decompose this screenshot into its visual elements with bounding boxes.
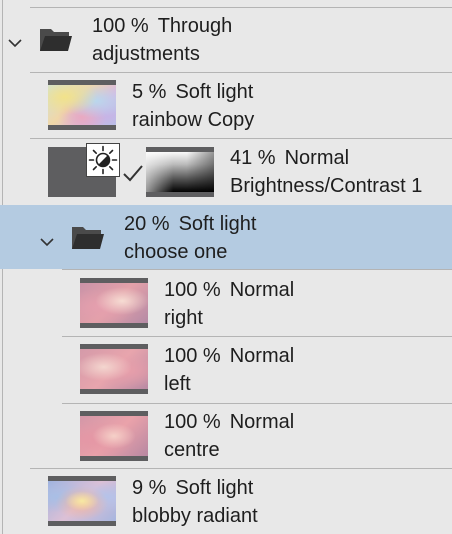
layer-row-adjustments[interactable]: 100 % Through adjustments bbox=[0, 8, 452, 72]
layer-thumbnail-image bbox=[48, 481, 116, 521]
layer-opacity: 20 % bbox=[124, 213, 170, 235]
layer-name[interactable]: rainbow Copy bbox=[132, 108, 254, 132]
layer-name[interactable]: left bbox=[164, 372, 191, 396]
layer-thumbnail-image bbox=[48, 85, 116, 125]
layer-opacity: 100 % bbox=[92, 15, 149, 37]
layer-info: 5 % Soft light bbox=[132, 80, 253, 104]
folder-icon bbox=[40, 29, 72, 51]
layer-blend-mode: Normal bbox=[229, 279, 295, 301]
mask-gradient bbox=[146, 152, 214, 192]
layer-info: 20 % Soft light bbox=[124, 212, 256, 236]
layer-thumbnail[interactable] bbox=[80, 344, 148, 394]
layer-opacity: 5 % bbox=[132, 81, 167, 103]
layer-opacity: 100 % bbox=[164, 411, 221, 433]
layers-panel: 100 % Through adjustments 5 % Soft light r… bbox=[0, 0, 452, 534]
adjustment-mask-thumbnail[interactable] bbox=[146, 147, 214, 197]
layer-info: 100 % Normal bbox=[164, 410, 294, 434]
layer-blend-mode: Soft light bbox=[175, 477, 254, 499]
layer-name[interactable]: centre bbox=[164, 438, 220, 462]
layer-row-centre[interactable]: 100 % Normal centre bbox=[0, 404, 452, 468]
layer-info: 100 % Through bbox=[92, 14, 232, 38]
layer-blend-mode: Soft light bbox=[175, 81, 254, 103]
layer-thumbnail[interactable] bbox=[80, 278, 148, 328]
layer-opacity: 100 % bbox=[164, 345, 221, 367]
layer-opacity: 41 % bbox=[230, 147, 276, 169]
chevron-down-icon[interactable] bbox=[40, 237, 54, 247]
layer-info: 100 % Normal bbox=[164, 278, 294, 302]
chevron-down-icon[interactable] bbox=[8, 38, 22, 48]
layer-opacity: 100 % bbox=[164, 279, 221, 301]
layer-row-choose-one[interactable]: 20 % Soft light choose one bbox=[0, 205, 452, 269]
layer-name[interactable]: choose one bbox=[124, 240, 227, 264]
brightness-contrast-icon bbox=[86, 143, 120, 177]
layer-opacity: 9 % bbox=[132, 477, 167, 499]
checkmark-icon[interactable] bbox=[121, 161, 145, 185]
layer-thumbnail[interactable] bbox=[48, 80, 116, 130]
layer-name[interactable]: Brightness/Contrast 1 bbox=[230, 174, 422, 198]
layer-name[interactable]: blobby radiant bbox=[132, 504, 258, 528]
layer-blend-mode: Soft light bbox=[178, 213, 257, 235]
layer-blend-mode: Normal bbox=[229, 411, 295, 433]
layer-thumbnail[interactable] bbox=[48, 476, 116, 526]
layer-info: 41 % Normal bbox=[230, 146, 349, 170]
layer-thumbnail-image bbox=[80, 283, 148, 323]
layer-row-brightness-contrast[interactable]: 41 % Normal Brightness/Contrast 1 bbox=[0, 139, 452, 205]
layer-row-right[interactable]: 100 % Normal right bbox=[0, 270, 452, 336]
layer-blend-mode: Normal bbox=[229, 345, 295, 367]
layer-blend-mode: Through bbox=[157, 15, 233, 37]
folder-icon bbox=[72, 227, 104, 249]
layer-thumbnail[interactable] bbox=[80, 411, 148, 461]
layer-thumbnail-image bbox=[80, 349, 148, 389]
layer-name[interactable]: right bbox=[164, 306, 203, 330]
layer-thumbnail-image bbox=[80, 416, 148, 456]
layer-info: 9 % Soft light bbox=[132, 476, 253, 500]
layer-name[interactable]: adjustments bbox=[92, 42, 200, 66]
layer-row-blobby-radiant[interactable]: 9 % Soft light blobby radiant bbox=[0, 469, 452, 534]
layer-row-left[interactable]: 100 % Normal left bbox=[0, 337, 452, 403]
layer-info: 100 % Normal bbox=[164, 344, 294, 368]
layer-blend-mode: Normal bbox=[284, 147, 350, 169]
layer-row-rainbow-copy[interactable]: 5 % Soft light rainbow Copy bbox=[0, 73, 452, 137]
